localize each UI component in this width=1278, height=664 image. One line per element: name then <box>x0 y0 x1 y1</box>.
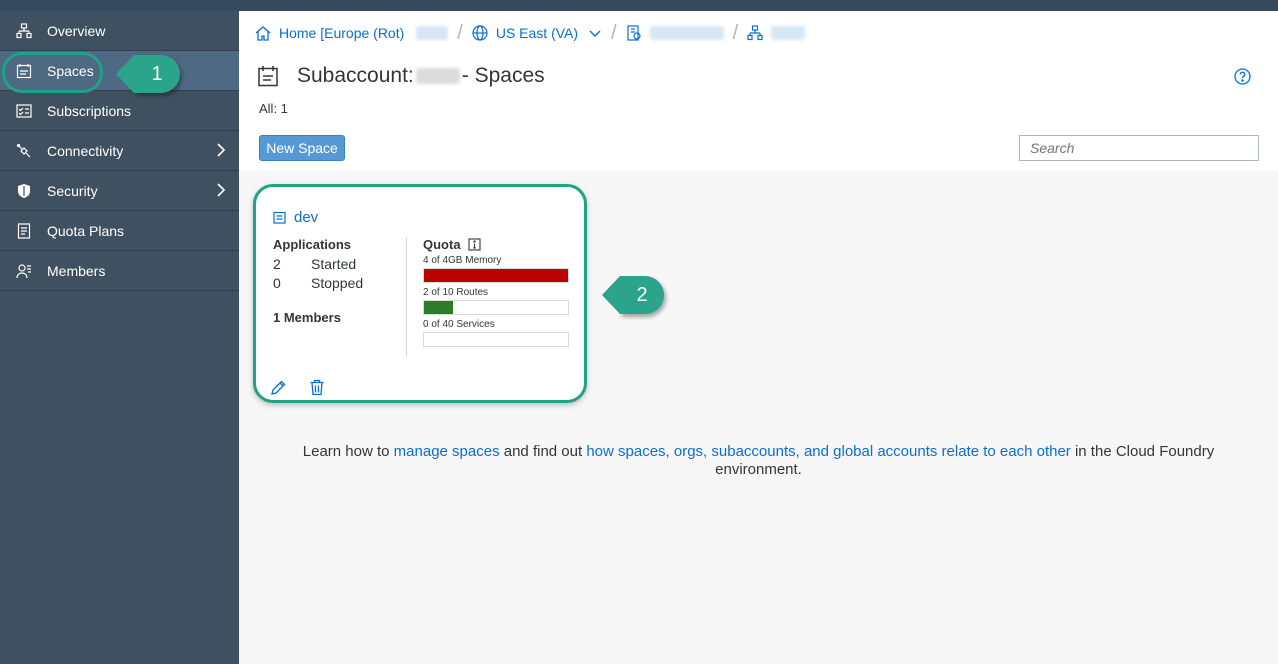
space-icon <box>273 211 286 224</box>
sidebar-item-label: Security <box>47 182 98 199</box>
space-card[interactable]: dev Applications 2 Started 0 Stopped 1 M… <box>253 184 587 403</box>
started-row: 2 Started <box>273 256 356 272</box>
quota-services-label: 0 of 40 Services <box>423 319 495 330</box>
quota-memory-fill <box>424 269 568 282</box>
space-icon <box>258 66 278 87</box>
breadcrumb-separator: / <box>611 21 617 44</box>
sidebar-item-subscriptions[interactable]: Subscriptions <box>0 91 239 131</box>
breadcrumb: Home [Europe (Rot) / US East (VA) / / <box>255 21 806 44</box>
sidebar-item-overview[interactable]: Overview <box>0 11 239 51</box>
learn-more-text: Learn how to manage spaces and find out … <box>239 443 1278 479</box>
sidebar-item-label: Connectivity <box>47 142 124 159</box>
page-header: Home [Europe (Rot) / US East (VA) / / Su… <box>239 11 1278 171</box>
top-bar <box>0 0 1278 11</box>
callout-ring-1 <box>2 52 103 93</box>
connectivity-icon <box>16 143 32 159</box>
breadcrumb-org[interactable] <box>626 25 724 41</box>
callout-badge-1: 1 <box>116 55 180 93</box>
card-divider <box>406 237 407 357</box>
sidebar-item-members[interactable]: Members <box>0 251 239 291</box>
quota-memory-bar <box>423 268 569 283</box>
chevron-down-icon[interactable] <box>588 26 602 40</box>
quota-routes-label: 2 of 10 Routes <box>423 287 489 298</box>
space-count: All: 1 <box>259 101 288 116</box>
quota-memory-label: 4 of 4GB Memory <box>423 255 502 266</box>
shield-icon <box>16 183 32 199</box>
applications-heading: Applications <box>273 237 352 252</box>
sidebar-item-security[interactable]: Security <box>0 171 239 211</box>
quota-routes-bar <box>423 300 569 315</box>
quota-heading: Quota <box>423 237 481 252</box>
breadcrumb-separator: / <box>732 21 739 44</box>
sidebar-item-quota-plans[interactable]: Quota Plans <box>0 211 239 251</box>
chevron-right-icon[interactable] <box>215 143 227 157</box>
home-icon <box>255 26 271 41</box>
info-icon[interactable] <box>468 238 481 251</box>
stopped-row: 0 Stopped <box>273 275 363 291</box>
new-space-button[interactable]: New Space <box>259 135 345 161</box>
started-label: Started <box>311 256 357 272</box>
stopped-count: 0 <box>273 275 281 291</box>
space-name: dev <box>294 209 319 226</box>
stopped-label: Stopped <box>311 275 364 291</box>
hierarchy-icon <box>747 25 763 41</box>
sidebar-item-connectivity[interactable]: Connectivity <box>0 131 239 171</box>
learn-prefix: Learn how to <box>302 443 390 460</box>
members-count[interactable]: 1 Members <box>273 310 341 325</box>
quota-heading-label: Quota <box>423 237 461 252</box>
edit-icon[interactable] <box>270 379 286 396</box>
sidebar-item-label: Members <box>47 262 106 279</box>
relationships-link[interactable]: how spaces, orgs, subaccounts, and globa… <box>586 443 1070 460</box>
title-suffix: - Spaces <box>461 64 545 87</box>
breadcrumb-region[interactable]: US East (VA) <box>472 25 602 41</box>
breadcrumb-home[interactable]: Home [Europe (Rot) <box>255 25 449 41</box>
space-name-link[interactable]: dev <box>273 209 318 226</box>
quota-services-bar <box>423 332 569 347</box>
hierarchy-icon <box>16 22 32 39</box>
redacted-text <box>415 68 460 84</box>
started-count: 2 <box>273 256 281 272</box>
quota-icon <box>16 222 32 239</box>
quota-routes-fill <box>424 301 453 314</box>
redacted-text <box>649 26 724 40</box>
search-input[interactable] <box>1019 135 1259 161</box>
chevron-right-icon[interactable] <box>215 183 227 197</box>
checklist-icon <box>16 103 32 119</box>
members-icon <box>16 263 32 279</box>
redacted-text <box>416 26 449 40</box>
callout-badge-2: 2 <box>602 276 664 314</box>
breadcrumb-subaccount[interactable] <box>747 25 806 41</box>
globe-icon <box>472 25 488 41</box>
breadcrumb-separator: / <box>457 21 463 44</box>
sidebar-item-label: Subscriptions <box>47 102 132 119</box>
title-prefix: Subaccount: <box>297 64 414 87</box>
manage-spaces-link[interactable]: manage spaces <box>394 443 500 460</box>
sidebar-item-label: Quota Plans <box>47 222 125 239</box>
redacted-text <box>771 26 806 40</box>
sidebar: Overview Spaces Subscriptions Connectivi… <box>0 11 239 664</box>
breadcrumb-home-label: Home [Europe (Rot) <box>279 25 405 41</box>
page-title: Subaccount: - Spaces <box>257 64 545 88</box>
delete-icon[interactable] <box>309 379 325 396</box>
org-icon <box>627 25 641 41</box>
help-icon[interactable] <box>1234 68 1251 85</box>
learn-middle: and find out <box>503 443 583 460</box>
breadcrumb-region-label: US East (VA) <box>495 25 579 41</box>
sidebar-item-label: Overview <box>47 22 106 39</box>
